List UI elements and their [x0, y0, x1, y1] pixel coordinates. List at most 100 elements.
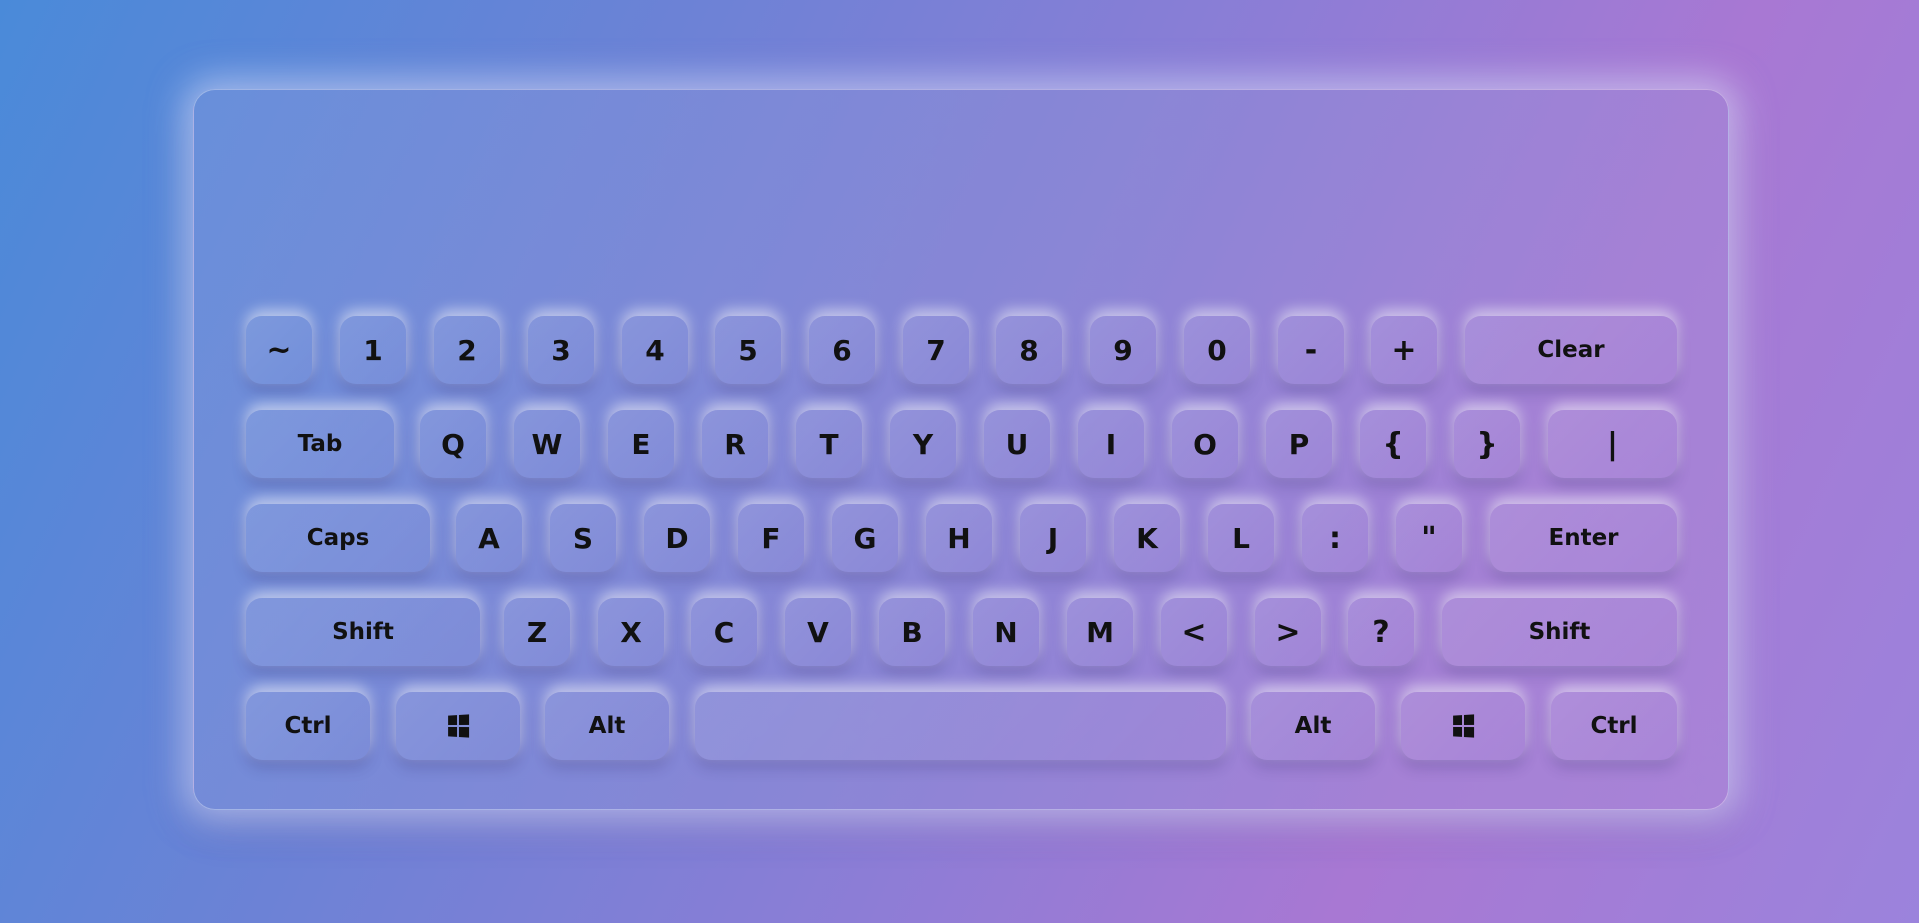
key-right-brace[interactable]: } — [1454, 410, 1520, 478]
key-label: Alt — [1294, 713, 1332, 739]
key-label: Tab — [297, 431, 343, 457]
key-tab[interactable]: Tab — [246, 410, 394, 478]
key-label: 6 — [832, 333, 852, 367]
key-l[interactable]: L — [1208, 504, 1274, 572]
key-label: Clear — [1537, 337, 1605, 363]
key-less-than[interactable]: < — [1161, 598, 1227, 666]
key-label: 7 — [926, 333, 946, 367]
key-clear[interactable]: Clear — [1465, 316, 1677, 384]
key-label: | — [1607, 426, 1618, 462]
key-shift-right[interactable]: Shift — [1442, 598, 1677, 666]
windows-icon — [1453, 714, 1475, 738]
key-label: : — [1329, 520, 1341, 556]
key-minus[interactable]: - — [1278, 316, 1344, 384]
key-caps[interactable]: Caps — [246, 504, 430, 572]
key-k[interactable]: K — [1114, 504, 1180, 572]
key-c[interactable]: C — [691, 598, 757, 666]
key-colon[interactable]: : — [1302, 504, 1368, 572]
key-8[interactable]: 8 — [996, 316, 1062, 384]
key-z[interactable]: Z — [504, 598, 570, 666]
key-label: 3 — [551, 333, 571, 367]
key-label: 0 — [1207, 333, 1227, 367]
key-e[interactable]: E — [608, 410, 674, 478]
key-v[interactable]: V — [785, 598, 851, 666]
key-g[interactable]: G — [832, 504, 898, 572]
key-q[interactable]: Q — [420, 410, 486, 478]
key-2[interactable]: 2 — [434, 316, 500, 384]
key-label: { — [1382, 426, 1404, 462]
key-n[interactable]: N — [973, 598, 1039, 666]
key-u[interactable]: U — [984, 410, 1050, 478]
key-label: Enter — [1548, 525, 1619, 551]
key-tilde[interactable]: ~ — [246, 316, 312, 384]
key-label: ? — [1372, 614, 1390, 650]
key-label: } — [1476, 426, 1498, 462]
key-5[interactable]: 5 — [715, 316, 781, 384]
key-label: W — [531, 427, 563, 461]
key-3[interactable]: 3 — [528, 316, 594, 384]
key-label: F — [761, 521, 781, 555]
key-d[interactable]: D — [644, 504, 710, 572]
key-left-brace[interactable]: { — [1360, 410, 1426, 478]
key-alt-right[interactable]: Alt — [1251, 692, 1375, 760]
key-h[interactable]: H — [926, 504, 992, 572]
key-b[interactable]: B — [879, 598, 945, 666]
key-question[interactable]: ? — [1348, 598, 1414, 666]
key-o[interactable]: O — [1172, 410, 1238, 478]
key-label: 4 — [645, 333, 665, 367]
key-label: N — [994, 615, 1018, 649]
key-enter[interactable]: Enter — [1490, 504, 1677, 572]
key-0[interactable]: 0 — [1184, 316, 1250, 384]
key-label: Caps — [306, 525, 370, 551]
key-label: C — [713, 615, 735, 649]
key-4[interactable]: 4 — [622, 316, 688, 384]
key-label: " — [1421, 520, 1437, 556]
key-label: T — [819, 427, 839, 461]
key-6[interactable]: 6 — [809, 316, 875, 384]
key-label: ~ — [266, 332, 292, 368]
key-label: Z — [526, 615, 548, 649]
key-label: Shift — [1528, 619, 1591, 645]
key-label: - — [1304, 332, 1318, 368]
key-label: K — [1136, 521, 1158, 555]
key-quote[interactable]: " — [1396, 504, 1462, 572]
key-win-right[interactable] — [1401, 692, 1525, 760]
key-s[interactable]: S — [550, 504, 616, 572]
key-ctrl-right[interactable]: Ctrl — [1551, 692, 1677, 760]
key-f[interactable]: F — [738, 504, 804, 572]
key-label: A — [478, 521, 500, 555]
key-pipe[interactable]: | — [1548, 410, 1677, 478]
key-label: R — [724, 427, 746, 461]
key-y[interactable]: Y — [890, 410, 956, 478]
key-label: Y — [912, 427, 934, 461]
key-t[interactable]: T — [796, 410, 862, 478]
key-i[interactable]: I — [1078, 410, 1144, 478]
key-j[interactable]: J — [1020, 504, 1086, 572]
key-p[interactable]: P — [1266, 410, 1332, 478]
key-7[interactable]: 7 — [903, 316, 969, 384]
key-a[interactable]: A — [456, 504, 522, 572]
key-x[interactable]: X — [598, 598, 664, 666]
key-label: J — [1047, 521, 1059, 555]
key-alt-left[interactable]: Alt — [545, 692, 669, 760]
key-label: 2 — [457, 333, 477, 367]
key-label: Q — [441, 427, 465, 461]
key-label: Ctrl — [284, 713, 332, 739]
key-m[interactable]: M — [1067, 598, 1133, 666]
key-9[interactable]: 9 — [1090, 316, 1156, 384]
key-shift-left[interactable]: Shift — [246, 598, 480, 666]
key-1[interactable]: 1 — [340, 316, 406, 384]
key-ctrl-left[interactable]: Ctrl — [246, 692, 370, 760]
key-r[interactable]: R — [702, 410, 768, 478]
key-win-left[interactable] — [396, 692, 520, 760]
key-label: Alt — [588, 713, 626, 739]
key-label: 9 — [1113, 333, 1133, 367]
key-label: H — [947, 521, 971, 555]
key-label: > — [1275, 614, 1301, 650]
key-label: 8 — [1019, 333, 1039, 367]
key-label: + — [1391, 332, 1417, 368]
key-w[interactable]: W — [514, 410, 580, 478]
key-plus[interactable]: + — [1371, 316, 1437, 384]
key-space[interactable] — [695, 692, 1226, 760]
key-greater-than[interactable]: > — [1255, 598, 1321, 666]
